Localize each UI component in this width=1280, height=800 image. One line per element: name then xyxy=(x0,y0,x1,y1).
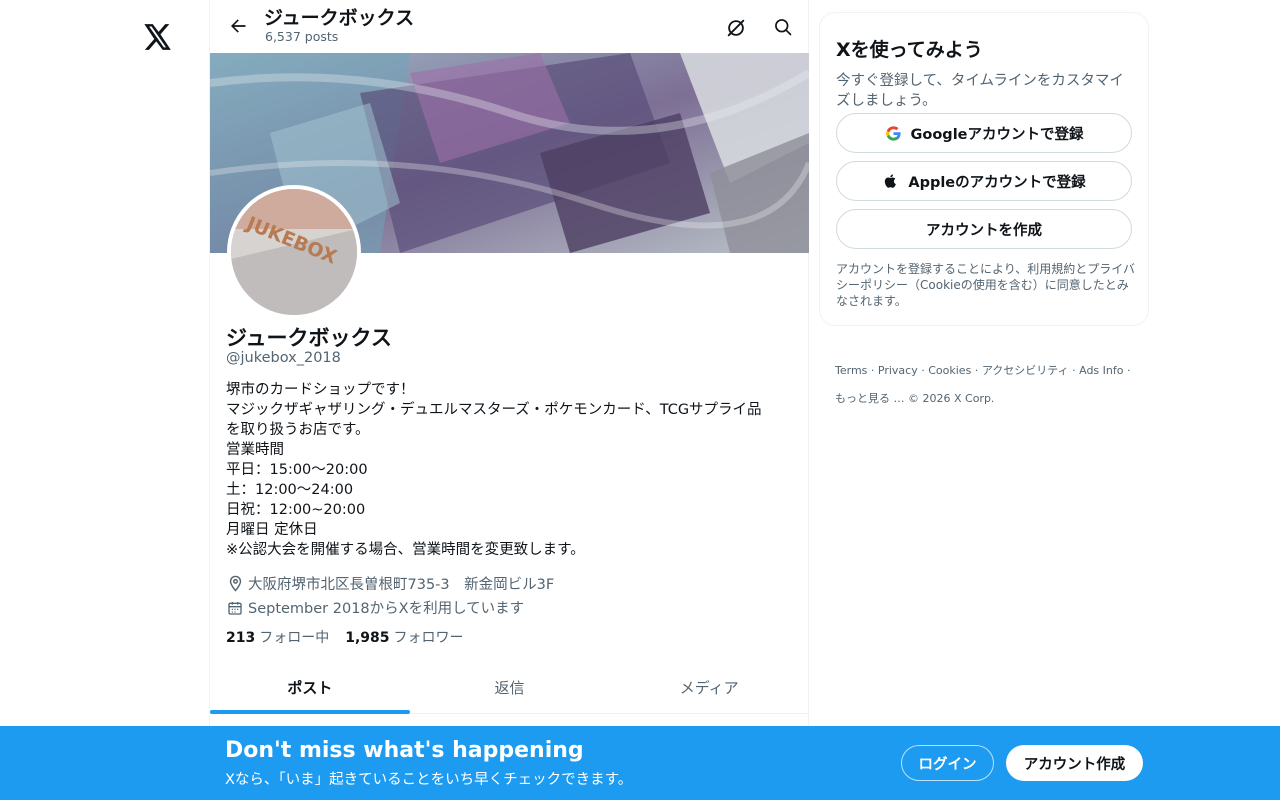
profile-bio: 堺市のカードショップです！ マジックザギャザリング・デュエルマスターズ・ポケモン… xyxy=(226,380,796,560)
footer-copyright: © 2026 X Corp. xyxy=(908,392,995,405)
signup-card: Xを使ってみよう 今すぐ登録して、タイムラインをカスタマイズしましょう。 Goo… xyxy=(819,12,1149,326)
apple-signup-label: Appleのアカウントで登録 xyxy=(908,174,1086,191)
following-link[interactable]: 213 フォロー中 xyxy=(226,627,329,647)
google-icon xyxy=(884,124,902,142)
footer-accessibility[interactable]: アクセシビリティ xyxy=(982,364,1069,377)
apple-signup-button[interactable]: Appleのアカウントで登録 xyxy=(836,161,1132,201)
bio-line: 土：12:00〜24:00 xyxy=(226,482,354,498)
bottom-banner-title: Don't miss what's happening xyxy=(225,738,584,763)
main-column: ジュークボックス 6,537 posts JUKEBOX ジュークボックス @j… xyxy=(209,0,809,800)
profile-handle: @jukebox_2018 xyxy=(226,350,341,366)
signup-button[interactable]: アカウント作成 xyxy=(1006,745,1143,781)
create-account-button[interactable]: アカウントを作成 xyxy=(836,209,1132,249)
profile-name: ジュークボックス xyxy=(226,326,392,350)
posts-count: 6,537 posts xyxy=(265,29,339,44)
followers-label: フォロワー xyxy=(393,630,464,646)
back-button[interactable] xyxy=(222,10,254,42)
following-label: フォロー中 xyxy=(259,630,330,646)
search-icon xyxy=(775,19,792,36)
footer-terms[interactable]: Terms xyxy=(835,364,867,377)
bio-line: 堺市のカードショップです！ xyxy=(226,382,415,398)
login-button[interactable]: ログイン xyxy=(901,745,994,781)
bottom-banner-subtitle: Xなら、「いま」起きていることをいち早くチェックできます。 xyxy=(225,772,633,788)
signup-terms: アカウントを登録することにより、利用規約とプライバシーポリシー（Cookieの使… xyxy=(836,262,1136,308)
avatar[interactable]: JUKEBOX xyxy=(227,185,361,319)
profile-joined: September 2018からXを利用しています xyxy=(226,597,524,618)
apple-icon xyxy=(882,172,900,190)
google-signup-label: Googleアカウントで登録 xyxy=(910,126,1084,143)
signup-title: Xを使ってみよう xyxy=(836,39,983,61)
tab-posts[interactable]: ポスト xyxy=(210,661,410,714)
bio-line: 月曜日 定休日 xyxy=(226,522,318,538)
search-button[interactable] xyxy=(767,11,799,43)
footer-more[interactable]: もっと見る … xyxy=(835,392,905,405)
bio-line: 営業時間 xyxy=(226,442,284,458)
following-count: 213 xyxy=(226,630,256,646)
bio-line: 日祝：12:00~20:00 xyxy=(226,502,366,518)
footer-privacy[interactable]: Privacy xyxy=(878,364,918,377)
tab-media[interactable]: メディア xyxy=(609,661,809,713)
bio-line: ※公認大会を開催する場合、営業時間を変更致します。 xyxy=(226,542,585,558)
footer-ads[interactable]: Ads Info xyxy=(1079,364,1123,377)
footer-cookies[interactable]: Cookies xyxy=(928,364,971,377)
google-signup-button[interactable]: Googleアカウントで登録 xyxy=(836,113,1132,153)
grok-button[interactable] xyxy=(720,12,752,44)
page-title: ジュークボックス xyxy=(264,7,415,29)
location-text: 大阪府堺市北区長曽根町735-3 新金岡ビル3F xyxy=(248,577,555,593)
profile-header: ジュークボックス 6,537 posts xyxy=(210,0,809,53)
tab-replies[interactable]: 返信 xyxy=(410,661,610,713)
x-logo-icon[interactable] xyxy=(140,19,176,55)
signup-subtitle: 今すぐ登録して、タイムラインをカスタマイズしましょう。 xyxy=(836,73,1124,109)
profile-tabs: ポスト 返信 メディア xyxy=(210,661,809,714)
joined-text: September 2018からXを利用しています xyxy=(248,601,525,617)
profile-location: 大阪府堺市北区長曽根町735-3 新金岡ビル3F xyxy=(226,573,554,594)
grok-icon xyxy=(727,19,745,37)
followers-count: 1,985 xyxy=(345,630,390,646)
followers-link[interactable]: 1,985 フォロワー xyxy=(345,627,463,647)
calendar-icon xyxy=(226,599,244,617)
arrow-left-icon xyxy=(231,19,246,33)
bio-line: マジックザギャザリング・デュエルマスターズ・ポケモンカード、TCGサプライ品 xyxy=(226,402,762,418)
location-pin-icon xyxy=(226,575,244,593)
left-nav xyxy=(0,0,209,800)
footer-links: Terms · Privacy · Cookies · アクセシビリティ · A… xyxy=(835,364,1131,405)
follow-stats: 213 フォロー中 1,985 フォロワー xyxy=(226,627,464,647)
bio-line: 平日：15:00〜20:00 xyxy=(226,462,368,478)
bottom-signup-banner: Don't miss what's happening Xなら、「いま」起きてい… xyxy=(0,726,1280,800)
bio-line: を取り扱うお店です。 xyxy=(226,422,370,438)
